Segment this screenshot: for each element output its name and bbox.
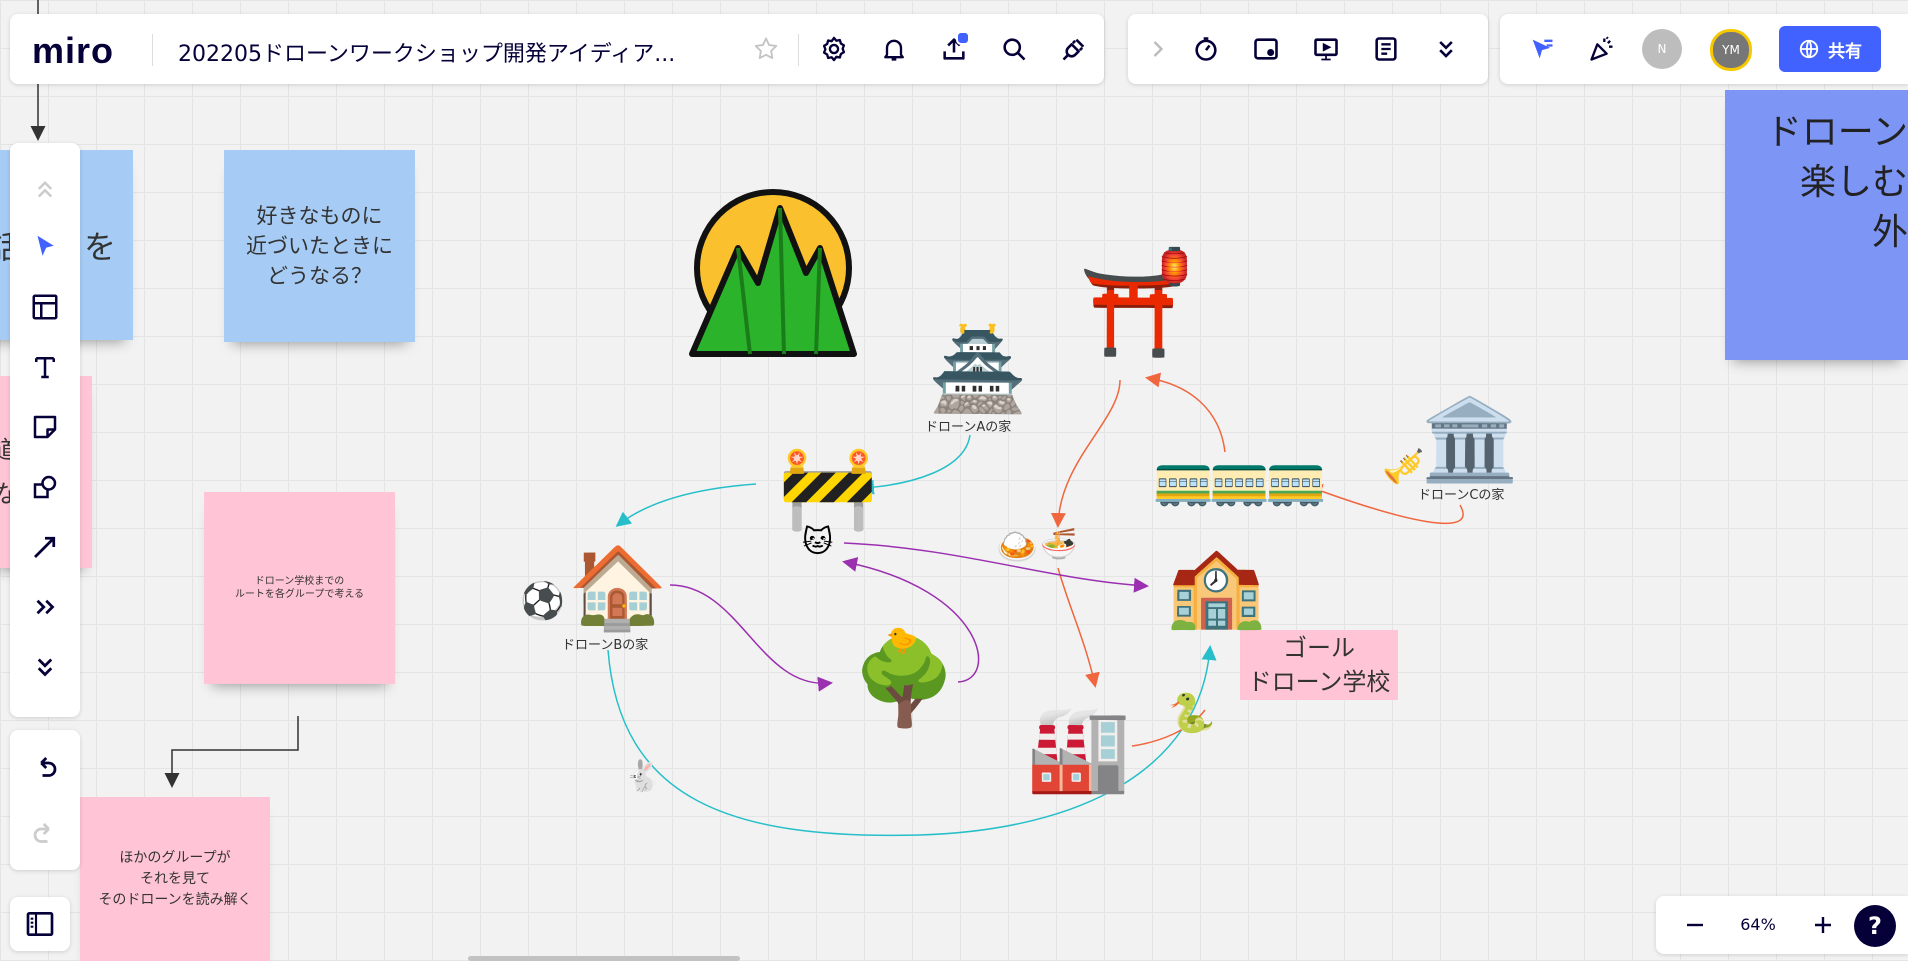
connector-cat-school (843, 542, 1149, 593)
zoom-out-button[interactable] (1680, 910, 1710, 940)
bird-icon[interactable]: 🐤 (886, 628, 918, 654)
shapes-icon[interactable] (25, 467, 65, 507)
horizontal-scrollbar[interactable] (468, 956, 740, 961)
notes-icon[interactable] (1366, 29, 1406, 69)
goal-text: ゴール ドローン学校 (1247, 634, 1391, 696)
house-c-label: ドローンCの家 (1418, 488, 1505, 503)
upload-icon[interactable] (934, 29, 974, 69)
sticky-text: ドローン 楽しむ 外 (1765, 112, 1908, 253)
more-apps-icon[interactable] (25, 587, 65, 627)
help-button[interactable]: ? (1854, 905, 1896, 947)
templates-icon[interactable] (25, 287, 65, 327)
trumpet-icon[interactable]: 🎺 (1382, 450, 1424, 484)
sticky-blue-question[interactable]: 好きなものに 近づいたときに どうなる？ (224, 150, 415, 342)
castle-icon[interactable]: 🏯 (928, 330, 1028, 410)
header-divider-2 (798, 34, 799, 66)
connector-barrier-house-b (615, 483, 757, 527)
sticky-text: 好きなものに 近づいたときに どうなる？ (246, 204, 393, 288)
plug-icon[interactable] (1054, 29, 1094, 69)
avatar-initial: YM (1722, 43, 1740, 57)
share-toolbar: N YM 共有 (1500, 14, 1908, 84)
cursor-follow-icon[interactable] (1522, 29, 1562, 69)
barrier-icon[interactable]: 🚧 (778, 448, 878, 528)
header-divider (152, 34, 153, 66)
plus-icon (1815, 917, 1831, 933)
ramen-icon[interactable]: 🍜 (1040, 530, 1077, 560)
globe-icon (1799, 39, 1819, 59)
lantern-icon[interactable]: 🏮 (1152, 250, 1197, 286)
connector-train-torii (1145, 372, 1226, 453)
collab-toolbar (1128, 14, 1488, 84)
rabbit-icon[interactable]: 🐇 (624, 762, 661, 792)
board-title[interactable]: 202205ドローンワークショップ開発アイディア... (178, 36, 675, 68)
search-icon[interactable] (994, 29, 1034, 69)
connector-route-read (164, 716, 299, 788)
collapse-up-icon[interactable] (25, 169, 65, 209)
cat-icon[interactable]: 🐱 (802, 528, 833, 558)
star-icon[interactable] (746, 29, 786, 69)
factory-icon[interactable]: 🏭 (1026, 706, 1131, 790)
goal-label[interactable]: ゴール ドローン学校 (1240, 630, 1398, 700)
timer-icon[interactable] (1186, 29, 1226, 69)
settings-icon[interactable] (814, 29, 854, 69)
curry-icon[interactable]: 🍛 (996, 530, 1038, 564)
minus-icon (1687, 923, 1703, 927)
notification-dot (956, 31, 970, 45)
sticky-pink-read[interactable]: ほかのグループが それを見て そのドローンを読み解く (80, 797, 270, 961)
help-icon: ? (1868, 912, 1882, 940)
zoom-level[interactable]: 64% (1728, 915, 1788, 934)
sidebar-panel-icon (26, 912, 54, 936)
connector-line-icon[interactable] (25, 527, 65, 567)
house-b-label: ドローンBの家 (562, 638, 649, 653)
house-a-label: ドローンAの家 (925, 420, 1012, 435)
connector-a-barrier (859, 434, 971, 495)
left-toolbar (10, 143, 80, 717)
zoom-control: 64% ? (1656, 896, 1908, 954)
school-icon[interactable]: 🏫 (1166, 546, 1266, 626)
connectors-layer (30, 0, 1464, 837)
soccer-ball-icon[interactable]: ⚽ (520, 584, 565, 620)
zoom-in-button[interactable] (1808, 910, 1838, 940)
connector-ramen-factory (1057, 567, 1100, 688)
connector-torii-down (1050, 379, 1121, 528)
text-tool-icon[interactable] (25, 347, 65, 387)
connector-house-b-tree (669, 584, 833, 692)
sticky-pink-route[interactable]: ドローン学校までの ルートを各グループで考える (204, 492, 395, 684)
sticky-text: ほかのグループが それを見て そのドローンを読み解く (98, 849, 252, 908)
celebrate-icon[interactable] (1582, 29, 1622, 69)
avatar[interactable]: YM (1710, 29, 1752, 71)
house-c-icon[interactable]: 🏛️ (1420, 400, 1520, 480)
share-button[interactable]: 共有 (1779, 26, 1881, 72)
undo-icon[interactable] (25, 748, 65, 788)
undo-redo-panel (10, 730, 80, 870)
sticky-purple-right[interactable]: ドローン 楽しむ 外 (1725, 90, 1908, 360)
mountain-icon[interactable] (688, 188, 858, 358)
miro-logo[interactable]: miro (32, 30, 114, 72)
chevron-right-icon[interactable] (1138, 29, 1178, 69)
select-tool-icon[interactable] (25, 227, 65, 267)
frame-icon[interactable] (1246, 29, 1286, 69)
expand-down-icon[interactable] (25, 647, 65, 687)
more-tools-icon[interactable] (1426, 29, 1466, 69)
avatar[interactable]: N (1642, 29, 1682, 69)
bell-icon[interactable] (874, 29, 914, 69)
train-icon[interactable]: 🚃🚃🚃 (1152, 454, 1327, 504)
board-panel-toggle[interactable] (10, 897, 70, 951)
sticky-note-icon[interactable] (25, 407, 65, 447)
redo-icon[interactable] (25, 814, 65, 854)
share-label: 共有 (1828, 41, 1862, 62)
snake-icon[interactable]: 🐍 (1168, 694, 1215, 732)
sticky-text: ドローン学校までの ルートを各グループで考える (234, 576, 365, 600)
house-b-icon[interactable]: 🏠 (568, 548, 668, 628)
board-header: miro 202205ドローンワークショップ開発アイディア... (10, 14, 1104, 84)
present-icon[interactable] (1306, 29, 1346, 69)
avatar-initial: N (1657, 42, 1667, 56)
